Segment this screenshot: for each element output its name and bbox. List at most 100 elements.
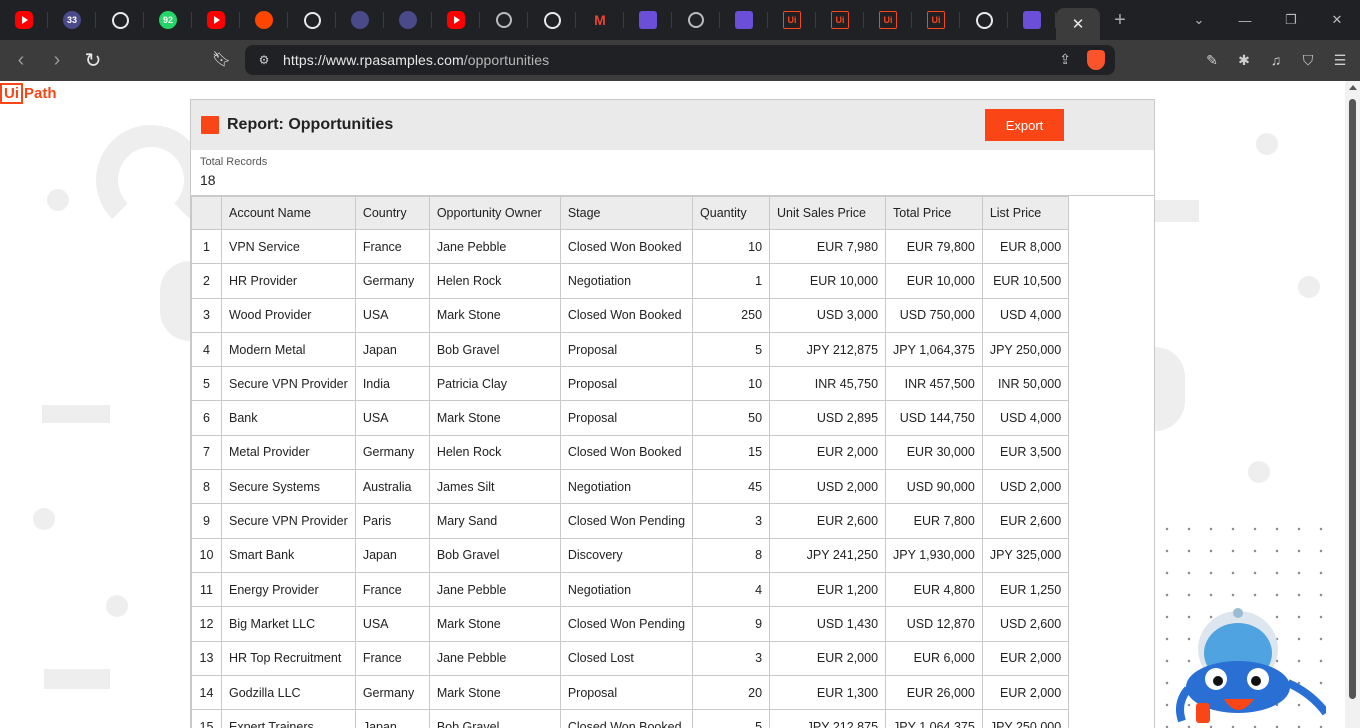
browser-tab[interactable] xyxy=(672,0,720,40)
table-cell: 5 xyxy=(692,709,771,728)
browser-tab[interactable] xyxy=(192,0,240,40)
table-cell: Helen Rock xyxy=(428,263,561,299)
table-row[interactable]: 6 Bank USA Mark Stone Proposal 50 USD 2,895 USD… xyxy=(191,400,1070,436)
column-header[interactable]: Country xyxy=(354,196,430,230)
reload-button[interactable]: ↻ xyxy=(78,46,108,76)
table-cell: 12 xyxy=(191,606,222,642)
table-row[interactable]: 14 Godzilla LLC Germany Mark Stone Proposal 2… xyxy=(191,674,1070,711)
table-cell: HR Provider xyxy=(221,263,356,299)
uipath-logo[interactable]: Ui Path xyxy=(0,83,57,104)
table-row[interactable]: 15 Expert Trainers Japan Bob Gravel Closed W… xyxy=(191,709,1070,728)
browser-tab[interactable] xyxy=(480,0,528,40)
table-row[interactable]: 3 Wood Provider USA Mark Stone Closed Won Bo… xyxy=(191,297,1070,333)
column-header[interactable] xyxy=(191,196,222,230)
table-cell: Proposal xyxy=(559,674,694,711)
new-tab-button[interactable]: + xyxy=(1100,0,1140,40)
table-cell: INR 457,500 xyxy=(885,366,983,402)
share-icon[interactable]: ⇪ xyxy=(1059,51,1071,68)
table-cell: EUR 7,800 xyxy=(885,503,983,539)
url-text[interactable]: https://www.rpasamples.com/opportunities xyxy=(283,52,549,68)
brave-shields-icon[interactable] xyxy=(1087,50,1105,70)
table-cell: 10 xyxy=(692,366,771,402)
decor-bar xyxy=(44,669,110,689)
browser-tab[interactable] xyxy=(0,0,48,40)
forward-button[interactable]: › xyxy=(42,46,72,76)
table-row[interactable]: 10 Smart Bank Japan Bob Gravel Discovery 8 JPY… xyxy=(191,537,1070,573)
table-cell: 15 xyxy=(191,709,222,728)
table-row[interactable]: 9 Secure VPN Provider Paris Mary Sand Closed… xyxy=(191,503,1070,539)
column-header[interactable]: Unit Sales Price xyxy=(769,196,887,230)
site-settings-icon[interactable]: ⚙︎ xyxy=(245,53,283,67)
table-cell: 5 xyxy=(191,366,222,402)
table-row[interactable]: 2 HR Provider Germany Helen Rock Negotiation… xyxy=(191,263,1070,299)
table-row[interactable]: 1 VPN Service France Jane Pebble Closed Won … xyxy=(191,228,1070,265)
table-row[interactable]: 11 Energy Provider France Jane Pebble Negoti… xyxy=(191,571,1070,608)
table-cell: Mark Stone xyxy=(428,674,561,711)
minimize-button[interactable]: — xyxy=(1222,0,1268,40)
table-row[interactable]: 4 Modern Metal Japan Bob Gravel Proposal 5 JPY… xyxy=(191,331,1070,368)
browser-tab[interactable]: Ui xyxy=(864,0,912,40)
vertical-scrollbar[interactable] xyxy=(1345,81,1360,728)
table-cell: EUR 4,800 xyxy=(885,571,983,608)
table-cell: Secure VPN Provider xyxy=(221,503,356,539)
tab-search-icon[interactable]: ⌄ xyxy=(1176,0,1222,40)
scroll-up-icon[interactable] xyxy=(1349,85,1357,90)
browser-tab[interactable]: 92 xyxy=(144,0,192,40)
restore-button[interactable]: ❐ xyxy=(1268,0,1314,40)
browser-tab[interactable] xyxy=(960,0,1008,40)
browser-tab[interactable] xyxy=(336,0,384,40)
table-cell: Proposal xyxy=(559,331,694,368)
browser-tab[interactable] xyxy=(624,0,672,40)
table-cell: Bob Gravel xyxy=(428,331,561,368)
browser-tab[interactable]: Ui xyxy=(912,0,960,40)
column-header[interactable]: List Price xyxy=(981,196,1070,230)
table-row[interactable]: 13 HR Top Recruitment France Jane Pebble Clo… xyxy=(191,640,1070,676)
table-cell: EUR 1,200 xyxy=(769,571,887,608)
browser-tab[interactable]: 33 xyxy=(48,0,96,40)
browser-tab[interactable] xyxy=(384,0,432,40)
table-cell: EUR 6,000 xyxy=(885,640,983,676)
browser-tab[interactable] xyxy=(528,0,576,40)
browser-tab[interactable] xyxy=(96,0,144,40)
browser-tab[interactable] xyxy=(432,0,480,40)
browser-tab[interactable]: Ui xyxy=(816,0,864,40)
bookmark-icon[interactable]: 🔖︎ xyxy=(212,50,232,70)
extensions-icon[interactable]: ✱ xyxy=(1234,50,1254,70)
table-cell: Germany xyxy=(354,434,430,471)
menu-icon[interactable]: ☰ xyxy=(1330,50,1350,70)
column-header[interactable]: Account Name xyxy=(221,196,356,230)
table-cell: JPY 1,064,375 xyxy=(885,709,983,728)
leo-ai-icon[interactable]: ✎ xyxy=(1202,50,1222,70)
table-row[interactable]: 5 Secure VPN Provider India Patricia Clay Pr… xyxy=(191,366,1070,402)
close-window-button[interactable]: ✕ xyxy=(1314,0,1360,40)
table-cell: EUR 1,300 xyxy=(769,674,887,711)
active-tab-close-button[interactable]: ✕ xyxy=(1056,8,1100,40)
column-header[interactable]: Stage xyxy=(559,196,694,230)
browser-tab[interactable]: Ui xyxy=(768,0,816,40)
column-header[interactable]: Opportunity Owner xyxy=(428,196,561,230)
table-row[interactable]: 8 Secure Systems Australia James Silt Negoti… xyxy=(191,469,1070,505)
column-header[interactable]: Quantity xyxy=(692,196,771,230)
table-cell: 10 xyxy=(191,537,222,573)
address-bar[interactable]: ⚙︎ https://www.rpasamples.com/opportunit… xyxy=(245,45,1115,75)
browser-tab[interactable] xyxy=(240,0,288,40)
column-header[interactable]: Total Price xyxy=(885,196,983,230)
vpn-icon[interactable]: ⛉ xyxy=(1298,50,1318,70)
table-cell: 8 xyxy=(692,537,771,573)
scrollbar-thumb[interactable] xyxy=(1349,99,1356,699)
table-cell: Closed Won Booked xyxy=(559,434,694,471)
table-row[interactable]: 12 Big Market LLC USA Mark Stone Closed Won … xyxy=(191,606,1070,642)
browser-tab[interactable] xyxy=(288,0,336,40)
youtube-icon xyxy=(447,11,465,29)
export-button[interactable]: Export xyxy=(985,109,1064,141)
browser-tab[interactable]: M xyxy=(576,0,624,40)
browser-tab[interactable] xyxy=(1008,0,1056,40)
table-cell: Bob Gravel xyxy=(428,709,561,728)
report-header: Report: Opportunities Export xyxy=(191,100,1154,150)
table-row[interactable]: 7 Metal Provider Germany Helen Rock Closed W… xyxy=(191,434,1070,471)
decor-bar xyxy=(42,405,110,423)
back-button[interactable]: ‹ xyxy=(6,46,36,76)
globe-icon xyxy=(688,12,704,28)
browser-tab[interactable] xyxy=(720,0,768,40)
media-icon[interactable]: ♫ xyxy=(1266,50,1286,70)
